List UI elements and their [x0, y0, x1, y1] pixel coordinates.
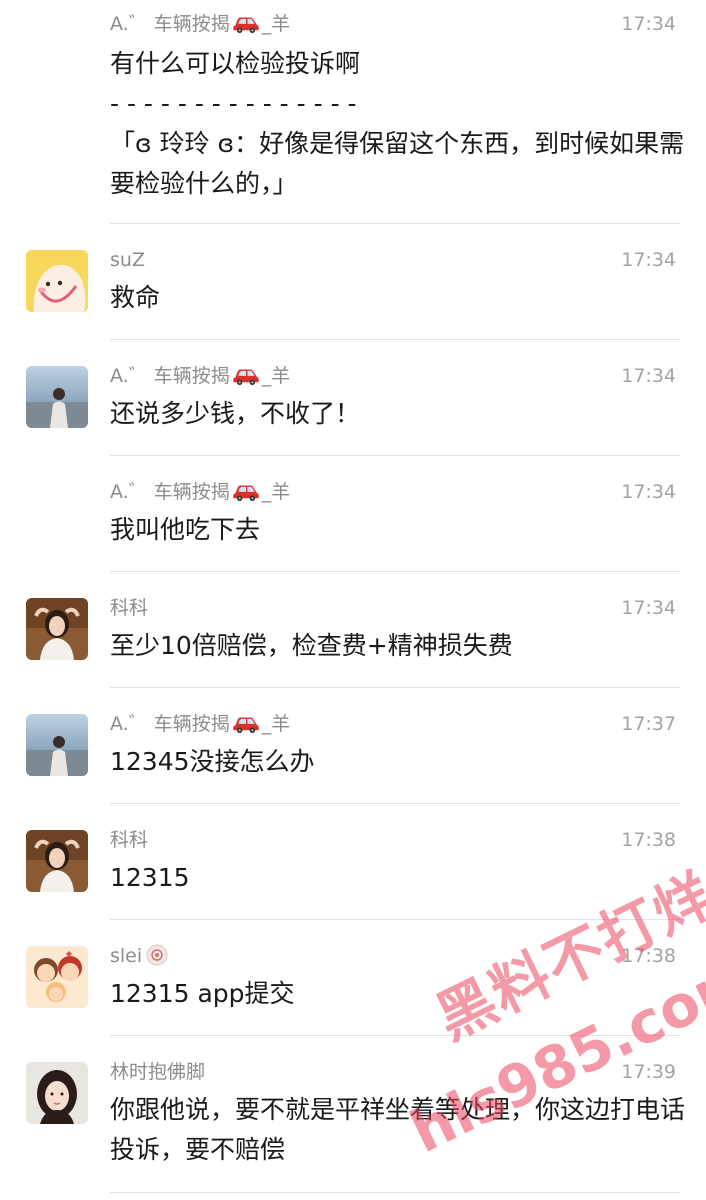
sender-name[interactable]: 科科	[110, 828, 148, 852]
chat-message-list[interactable]: A.゛ 车辆按揭 _羊 17:34 有什么可以检验投诉啊 - - - - - - …	[0, 0, 706, 1198]
car-emoji-icon	[232, 13, 260, 33]
chat-message: A.゛ 车辆按揭 _羊 17:37 12345没接怎么办	[0, 688, 706, 804]
cartoon-family-icon	[26, 946, 88, 1008]
sender-name-text: A.゛ 车辆按揭	[110, 481, 230, 503]
sender-name[interactable]: A.゛ 车辆按揭 _羊	[110, 364, 290, 388]
chat-message: suZ 17:34 救命	[0, 224, 706, 340]
message-time: 17:34	[621, 13, 676, 35]
message-text[interactable]: 你跟他说，要不就是平祥坐着等处理，你这边打电话投诉，要不赔偿	[110, 1090, 685, 1170]
message-time: 17:34	[621, 597, 676, 619]
car-emoji-icon	[232, 713, 260, 733]
message-text[interactable]: 我叫他吃下去	[110, 510, 685, 550]
girl-photo-icon	[26, 830, 88, 892]
sender-name[interactable]: A.゛ 车辆按揭 _羊	[110, 712, 290, 736]
smiley-emoji-icon	[146, 944, 168, 966]
sender-name[interactable]: 林时抱佛脚	[110, 1060, 205, 1084]
sender-name-suffix: _羊	[261, 13, 291, 35]
sender-name[interactable]: A.゛ 车辆按揭 _羊	[110, 12, 290, 36]
chat-message: A.゛ 车辆按揭 _羊 17:34 有什么可以检验投诉啊 - - - - - - …	[0, 0, 706, 224]
message-time: 17:34	[621, 249, 676, 271]
chat-message: A.゛ 车辆按揭 _羊 17:34 还说多少钱，不收了！	[0, 340, 706, 456]
message-text[interactable]: 还说多少钱，不收了！	[110, 394, 685, 434]
message-time: 17:38	[621, 829, 676, 851]
beach-girl-photo-icon	[26, 714, 88, 776]
message-text[interactable]: 12315 app提交	[110, 974, 685, 1014]
chat-message: 科科 17:34 至少10倍赔偿，检查费+精神损失费	[0, 572, 706, 688]
avatar[interactable]	[26, 1062, 88, 1124]
chat-message: slei 17:38 12315 app提交	[0, 920, 706, 1036]
avatar[interactable]	[26, 366, 88, 428]
chat-message: A.゛ 车辆按揭 _羊 17:34 我叫他吃下去	[0, 456, 706, 572]
sender-name-suffix: _羊	[261, 713, 291, 735]
sender-name[interactable]: slei	[110, 944, 168, 968]
car-emoji-icon	[232, 365, 260, 385]
sender-name[interactable]: A.゛ 车辆按揭 _羊	[110, 480, 290, 504]
avatar[interactable]	[26, 714, 88, 776]
sender-name-suffix: _羊	[261, 365, 291, 387]
message-text[interactable]: 有什么可以检验投诉啊 - - - - - - - - - - - - - - -…	[110, 44, 685, 204]
message-time: 17:39	[621, 1061, 676, 1083]
message-time: 17:34	[621, 365, 676, 387]
avatar[interactable]	[26, 598, 88, 660]
avatar[interactable]	[26, 830, 88, 892]
sender-name-text: A.゛ 车辆按揭	[110, 713, 230, 735]
girl-photo-icon	[26, 598, 88, 660]
sender-name[interactable]: 科科	[110, 596, 148, 620]
cartoon-face-icon	[26, 250, 88, 312]
sender-name-suffix: _羊	[261, 481, 291, 503]
message-text[interactable]: 救命	[110, 278, 685, 318]
sender-name-text: A.゛ 车辆按揭	[110, 365, 230, 387]
chat-message: 林时抱佛脚 17:39 你跟他说，要不就是平祥坐着等处理，你这边打电话投诉，要不…	[0, 1036, 706, 1198]
message-text[interactable]: 12345没接怎么办	[110, 742, 685, 782]
message-time: 17:37	[621, 713, 676, 735]
sender-name-text: A.゛ 车辆按揭	[110, 13, 230, 35]
message-divider	[110, 1192, 680, 1193]
girl-portrait-icon	[26, 1062, 88, 1124]
sender-name[interactable]: suZ	[110, 248, 145, 272]
avatar[interactable]	[26, 250, 88, 312]
sender-name-text: slei	[110, 945, 143, 967]
beach-girl-photo-icon	[26, 366, 88, 428]
car-emoji-icon	[232, 481, 260, 501]
message-text[interactable]: 至少10倍赔偿，检查费+精神损失费	[110, 626, 685, 666]
chat-message: 科科 17:38 12315	[0, 804, 706, 920]
avatar[interactable]	[26, 946, 88, 1008]
message-time: 17:38	[621, 945, 676, 967]
message-text[interactable]: 12315	[110, 858, 685, 898]
message-time: 17:34	[621, 481, 676, 503]
